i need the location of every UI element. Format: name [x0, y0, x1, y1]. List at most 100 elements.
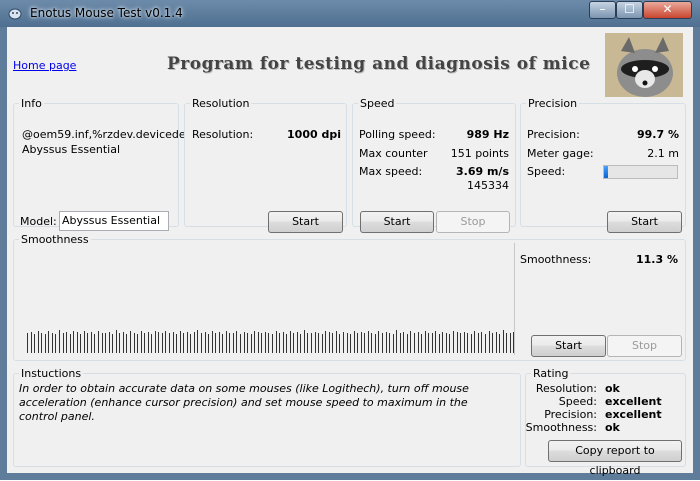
precision-speed-meter: [603, 165, 678, 179]
smoothness-sample-tick: [410, 331, 412, 353]
smoothness-sample-tick: [453, 331, 454, 353]
smoothness-sample-tick: [463, 332, 465, 353]
smoothness-sample-tick: [236, 331, 238, 353]
smoothness-sample-tick: [318, 333, 320, 353]
speed-start-button[interactable]: Start: [360, 211, 434, 233]
smoothness-sample-tick: [83, 331, 85, 353]
rating-smoothness-label: Smoothness:: [525, 421, 597, 434]
smoothness-sample-tick: [449, 334, 451, 353]
smoothness-sample-tick: [445, 333, 447, 353]
smoothness-sample-tick: [215, 333, 217, 353]
smoothness-sample-tick: [66, 332, 68, 353]
smoothness-sample-tick: [502, 330, 504, 353]
smoothness-sample-tick: [264, 332, 266, 353]
smoothness-sample-tick: [154, 331, 156, 353]
smoothness-sample-tick: [378, 331, 380, 353]
title-bar[interactable]: Enotus Mouse Test v0.1.4 – ☐ ✕: [0, 0, 700, 27]
polling-speed-label: Polling speed:: [359, 128, 436, 141]
maximize-button[interactable]: ☐: [616, 1, 643, 19]
rating-resolution-label: Resolution:: [535, 382, 597, 395]
model-input[interactable]: Abyssus Essential: [59, 211, 169, 231]
smoothness-sample-tick: [389, 333, 391, 353]
speed-group: Speed Polling speed: 989 Hz Max counter …: [352, 97, 516, 233]
client-area: Home page Program for testing and diagno…: [7, 27, 693, 477]
smoothness-sample-tick: [183, 333, 185, 353]
smoothness-sample-tick: [342, 332, 344, 353]
smoothness-sample-tick: [250, 334, 252, 353]
copy-report-button[interactable]: Copy report to clipboard: [548, 440, 682, 477]
smoothness-sample-tick: [186, 332, 188, 353]
smoothness-sample-tick: [193, 332, 195, 353]
smoothness-sample-tick: [492, 333, 494, 353]
speed-stop-button[interactable]: Stop: [436, 211, 510, 233]
smoothness-sample-tick: [314, 332, 316, 353]
smoothness-sample-tick: [328, 332, 330, 353]
smoothness-sample-tick: [158, 332, 160, 353]
precision-group: Precision Precision: 99.7 % Meter gage: …: [520, 97, 686, 233]
smoothness-sample-tick: [321, 334, 323, 353]
smoothness-sample-tick: [325, 331, 327, 353]
smoothness-sample-tick: [243, 332, 245, 353]
smoothness-value: 11.3 %: [636, 253, 678, 266]
smoothness-sample-tick: [367, 331, 369, 353]
smoothness-sample-tick: [477, 333, 479, 353]
smoothness-sample-tick: [133, 333, 135, 353]
info-group: Info @oem59.inf,%rzdev.devicede Abyssus …: [13, 97, 186, 231]
smoothness-sample-tick: [51, 333, 53, 353]
smoothness-sample-tick: [108, 332, 110, 353]
smoothness-sample-tick: [417, 332, 419, 353]
close-button[interactable]: ✕: [643, 1, 692, 19]
smoothness-graph: [15, 243, 515, 355]
rating-precision-label: Precision:: [544, 408, 597, 421]
smoothness-sample-tick: [211, 331, 213, 353]
resolution-value: 1000 dpi: [287, 128, 341, 141]
speed-legend: Speed: [360, 97, 395, 110]
precision-speed-meter-fill: [604, 166, 608, 178]
precision-start-button[interactable]: Start: [607, 211, 682, 233]
smoothness-stop-button[interactable]: Stop: [607, 335, 682, 357]
raccoon-photo: [605, 33, 683, 97]
smoothness-sample-tick: [474, 331, 476, 353]
smoothness-sample-tick: [98, 331, 99, 353]
smoothness-sample-tick: [147, 332, 149, 353]
rating-speed-label: Speed:: [558, 395, 597, 408]
smoothness-sample-tick: [129, 331, 131, 353]
smoothness-sample-tick: [374, 334, 376, 353]
max-counter-label: Max counter: [359, 147, 428, 160]
resolution-label: Resolution:: [192, 128, 254, 141]
resolution-group: Resolution Resolution: 1000 dpi Start: [184, 97, 347, 233]
smoothness-sample-tick: [293, 333, 295, 353]
smoothness-sample-tick: [144, 333, 146, 353]
smoothness-sample-tick: [385, 332, 387, 353]
smoothness-sample-tick: [197, 330, 199, 353]
smoothness-start-button[interactable]: Start: [531, 335, 606, 357]
smoothness-sample-tick: [509, 333, 511, 353]
smoothness-sample-tick: [300, 334, 302, 353]
smoothness-sample-tick: [115, 330, 117, 353]
smoothness-sample-tick: [421, 334, 423, 353]
smoothness-sample-tick: [62, 333, 64, 353]
smoothness-sample-tick: [396, 330, 398, 353]
home-page-link[interactable]: Home page: [13, 59, 76, 72]
smoothness-sample-tick: [392, 334, 394, 353]
smoothness-sample-tick: [399, 333, 401, 353]
rating-resolution-value: ok: [605, 382, 620, 395]
smoothness-sample-tick: [80, 334, 82, 353]
smoothness-sample-tick: [296, 332, 298, 353]
smoothness-sample-tick: [346, 333, 348, 353]
smoothness-sample-tick: [140, 331, 142, 353]
smoothness-sample-tick: [176, 334, 178, 353]
smoothness-sample-tick: [200, 333, 202, 353]
resolution-legend: Resolution: [192, 97, 250, 110]
resolution-start-button[interactable]: Start: [268, 211, 343, 233]
smoothness-sample-tick: [286, 334, 288, 353]
smoothness-sample-tick: [161, 333, 163, 353]
smoothness-sample-tick: [105, 333, 107, 353]
smoothness-sample-tick: [481, 332, 483, 353]
minimize-button[interactable]: –: [589, 1, 616, 19]
smoothness-sample-tick: [101, 333, 103, 353]
smoothness-sample-tick: [470, 334, 472, 353]
smoothness-sample-tick: [44, 334, 46, 353]
smoothness-sample-tick: [240, 334, 241, 353]
smoothness-sample-tick: [27, 333, 28, 353]
